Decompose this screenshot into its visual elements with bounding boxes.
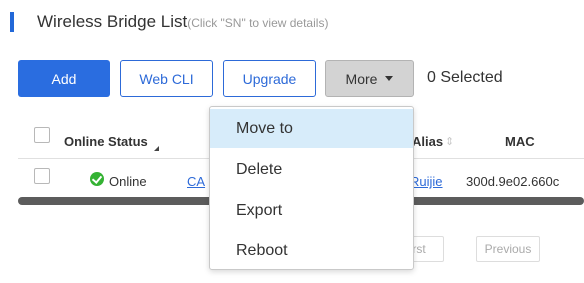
more-button[interactable]: More [325, 60, 414, 97]
select-all-checkbox[interactable] [34, 127, 50, 143]
page-title: Wireless Bridge List(Click "SN" to view … [37, 12, 328, 32]
caret-down-icon [385, 76, 394, 81]
more-dropdown-menu: Move to Delete Export Reboot [209, 106, 414, 270]
title-accent-bar [10, 12, 14, 32]
menu-item-move-to[interactable]: Move to [210, 109, 413, 148]
menu-item-export[interactable]: Export [210, 191, 413, 230]
alias-sort-icon[interactable]: ⇕ [445, 135, 454, 148]
menu-item-reboot[interactable]: Reboot [210, 231, 413, 270]
row-checkbox[interactable] [34, 168, 50, 184]
more-button-label: More [345, 70, 378, 87]
first-page-label: rst [412, 242, 426, 256]
page-title-hint: (Click "SN" to view details) [187, 16, 329, 30]
upgrade-button[interactable]: Upgrade [223, 60, 316, 97]
column-header-online-status[interactable]: Online Status [64, 134, 148, 149]
row-alias-link[interactable]: Ruijie [410, 174, 443, 189]
sort-icon[interactable] [154, 146, 159, 151]
previous-page-button[interactable]: Previous [476, 236, 540, 262]
column-header-mac: MAC [505, 134, 535, 149]
page-title-text: Wireless Bridge List [37, 12, 188, 31]
web-cli-button[interactable]: Web CLI [120, 60, 213, 97]
menu-item-delete[interactable]: Delete [210, 150, 413, 189]
column-header-alias[interactable]: Alias [412, 134, 443, 149]
row-mac: 300d.9e02.660c [466, 174, 560, 189]
row-online-status: Online [109, 174, 147, 189]
add-button[interactable]: Add [18, 60, 110, 97]
row-sn-link[interactable]: CA [187, 174, 205, 189]
selected-count: 0 Selected [427, 69, 503, 86]
check-circle-icon [90, 172, 104, 186]
